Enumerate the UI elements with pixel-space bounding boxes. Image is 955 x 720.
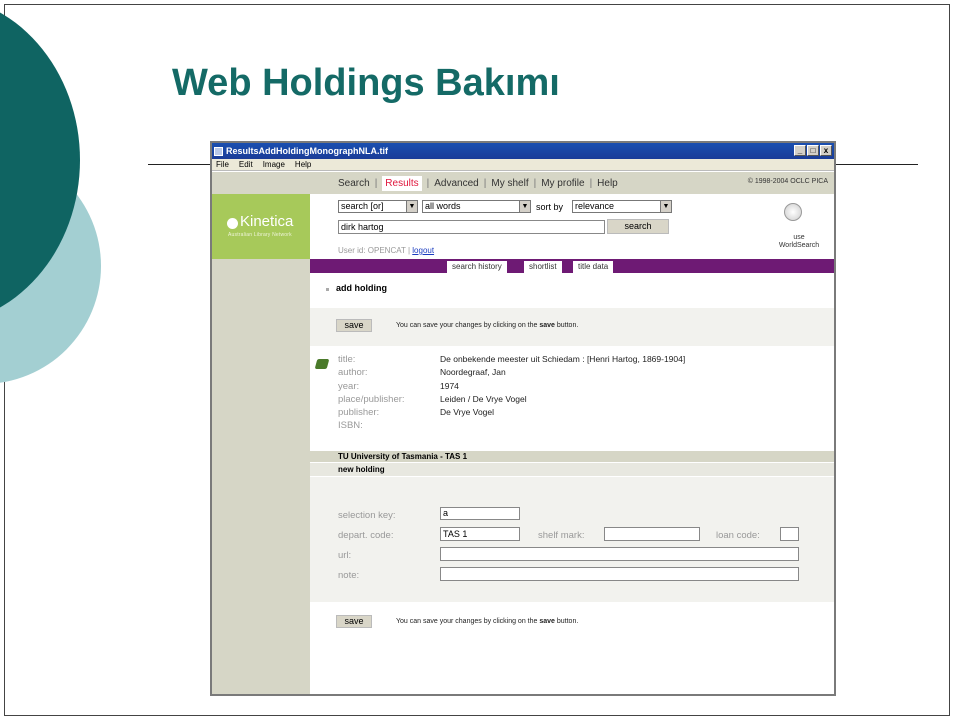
screenshot-window: ResultsAddHoldingMonographNLA.tif _ □ x … xyxy=(210,141,836,696)
user-id: User id: OPENCAT | xyxy=(338,246,411,255)
record-label-title: title: xyxy=(338,354,356,365)
search-words-select[interactable]: all words ▼ xyxy=(422,200,531,213)
record-label-isbn: ISBN: xyxy=(338,420,363,431)
save-msg-bold: save xyxy=(539,322,555,329)
nav-results[interactable]: Results xyxy=(382,175,422,191)
record-value-author: Noordegraaf, Jan xyxy=(440,367,506,377)
note-label: note: xyxy=(338,570,360,581)
copyright: © 1998-2004 OCLC PICA xyxy=(747,178,828,185)
nav-search[interactable]: Search xyxy=(338,178,370,189)
holding-form: selection key: a depart. code: TAS 1 she… xyxy=(310,477,834,602)
save-msg-after-2: button. xyxy=(556,618,579,625)
selection-key-input[interactable]: a xyxy=(440,507,520,520)
shelf-mark-input[interactable] xyxy=(604,527,700,541)
save-msg-after: button. xyxy=(556,322,579,329)
loan-code-input[interactable] xyxy=(780,527,799,541)
depart-code-input[interactable]: TAS 1 xyxy=(440,527,520,541)
logout-link[interactable]: logout xyxy=(412,246,434,255)
nav-help[interactable]: Help xyxy=(597,178,618,189)
record-value-year: 1974 xyxy=(440,381,459,391)
search-input[interactable]: dirk hartog xyxy=(338,220,605,234)
slide-title: Web Holdings Bakımı xyxy=(172,62,560,104)
tab-search-history[interactable]: search history xyxy=(447,261,507,273)
top-navigation: Search | Results | Advanced | My shelf | My … xyxy=(310,172,834,194)
logo-name: Kinetica xyxy=(240,213,294,230)
window-controls: _ □ x xyxy=(794,145,832,156)
web-page: Kinetica Australian Library Network Sear… xyxy=(212,172,834,694)
sort-by-label: sort by xyxy=(536,202,564,212)
sort-select[interactable]: relevance ▼ xyxy=(572,200,672,213)
record-value-publisher: De Vrye Vogel xyxy=(440,407,495,417)
search-button[interactable]: search xyxy=(607,219,669,234)
record-value-place-publisher: Leiden / De Vrye Vogel xyxy=(440,394,527,404)
save-section-top: save You can save your changes by clicki… xyxy=(310,308,834,346)
record-label-author: author: xyxy=(338,367,368,378)
save-msg-before-2: You can save your changes by clicking on… xyxy=(396,618,538,625)
nav-advanced[interactable]: Advanced xyxy=(434,178,478,189)
chevron-down-icon: ▼ xyxy=(660,201,671,212)
save-button-bottom[interactable]: save xyxy=(336,615,372,628)
worldsearch-line2: WorldSearch xyxy=(778,242,820,249)
url-label: url: xyxy=(338,550,352,561)
selection-key-label: selection key: xyxy=(338,510,396,521)
add-holding-label: add holding xyxy=(336,283,387,293)
save-msg-bold-2: save xyxy=(539,618,555,625)
window-titlebar: ResultsAddHoldingMonographNLA.tif _ □ x xyxy=(212,143,834,159)
left-column: Kinetica Australian Library Network xyxy=(212,172,310,694)
minimize-button[interactable]: _ xyxy=(794,145,806,156)
url-input[interactable] xyxy=(440,547,799,561)
save-section-bottom: save You can save your changes by clicki… xyxy=(310,604,834,664)
menu-bar: File Edit Image Help xyxy=(212,159,834,171)
user-line: User id: OPENCAT | logout xyxy=(338,246,434,255)
search-mode-value: search [or] xyxy=(341,201,384,211)
main-content: Search | Results | Advanced | My shelf | My … xyxy=(310,172,834,694)
record-label-place-publisher: place/publisher: xyxy=(338,394,405,405)
window-title: ResultsAddHoldingMonographNLA.tif xyxy=(226,146,388,156)
save-msg-before: You can save your changes by clicking on… xyxy=(396,322,538,329)
record-label-year: year: xyxy=(338,381,360,392)
search-words-value: all words xyxy=(425,201,461,211)
save-message-top: You can save your changes by clicking on… xyxy=(396,322,578,329)
menu-file[interactable]: File xyxy=(216,160,229,169)
tab-title-data[interactable]: title data xyxy=(573,261,614,273)
shelf-mark-label: shelf mark: xyxy=(538,530,585,541)
depart-code-label: depart. code: xyxy=(338,530,394,541)
bullet-icon xyxy=(326,288,329,291)
menu-image[interactable]: Image xyxy=(263,160,285,169)
bibliographic-record: title: De onbekende meester uit Schiedam… xyxy=(310,347,834,449)
nav-my-profile[interactable]: My profile xyxy=(541,178,584,189)
save-button-top[interactable]: save xyxy=(336,319,372,332)
menu-edit[interactable]: Edit xyxy=(239,160,253,169)
tab-shortlist[interactable]: shortlist xyxy=(524,261,562,273)
worldsearch-line1: use xyxy=(793,234,805,241)
kinetica-logo: Kinetica Australian Library Network xyxy=(212,194,310,259)
close-button[interactable]: x xyxy=(820,145,832,156)
note-input[interactable] xyxy=(440,567,799,581)
record-label-publisher: publisher: xyxy=(338,407,380,418)
loan-code-label: loan code: xyxy=(716,530,760,541)
worldsearch-link[interactable]: use WorldSearch xyxy=(774,234,824,250)
record-value-title: De onbekende meester uit Schiedam : [Hen… xyxy=(440,354,686,364)
chevron-down-icon: ▼ xyxy=(406,201,417,212)
search-mode-select[interactable]: search [or] ▼ xyxy=(338,200,418,213)
chevron-down-icon: ▼ xyxy=(519,201,530,212)
search-zone: search [or] ▼ all words ▼ sort by releva… xyxy=(310,194,834,259)
title-rule-right xyxy=(833,164,918,165)
sort-value: relevance xyxy=(575,201,615,211)
globe-icon[interactable] xyxy=(784,203,802,221)
add-holding-header: add holding xyxy=(310,273,834,307)
slide: Web Holdings Bakımı ResultsAddHoldingMon… xyxy=(0,0,955,720)
new-holding-label: new holding xyxy=(310,463,834,476)
book-icon xyxy=(314,359,330,369)
library-name: TU University of Tasmania - TAS 1 xyxy=(310,451,834,462)
tab-bar: search history shortlist title data xyxy=(310,259,834,273)
maximize-button[interactable]: □ xyxy=(807,145,819,156)
app-icon xyxy=(214,146,223,156)
save-message-bottom: You can save your changes by clicking on… xyxy=(396,618,578,625)
menu-help[interactable]: Help xyxy=(295,160,311,169)
logo-tagline: Australian Library Network xyxy=(228,232,292,238)
title-rule-left xyxy=(148,164,210,165)
kinetica-logo-icon xyxy=(227,218,238,229)
nav-my-shelf[interactable]: My shelf xyxy=(491,178,528,189)
